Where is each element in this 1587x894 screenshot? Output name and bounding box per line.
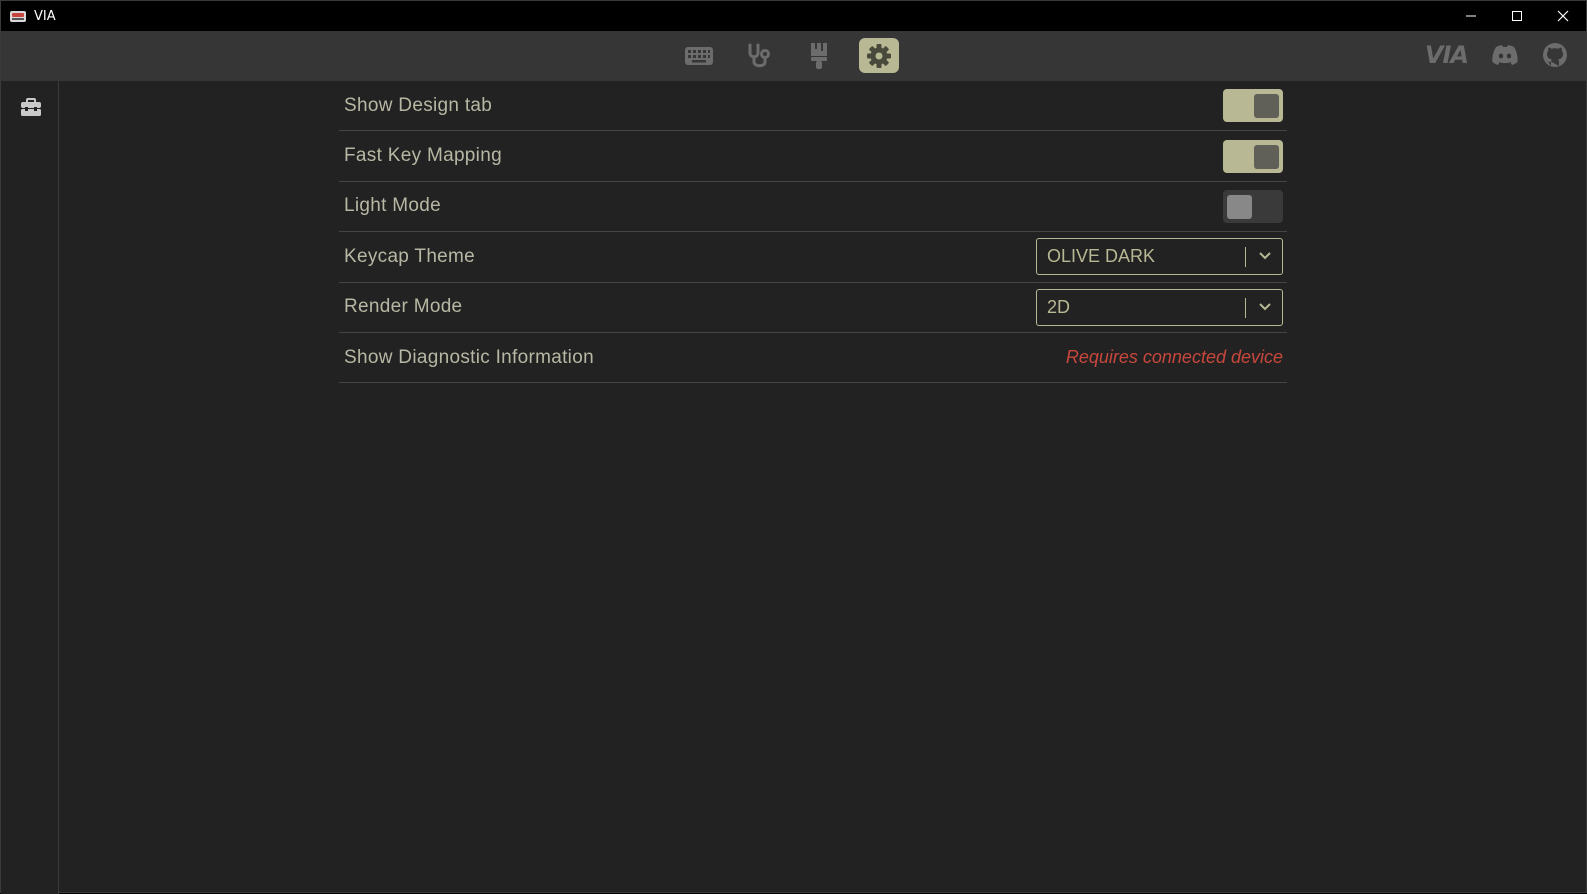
render-mode-select[interactable]: 2D — [1036, 288, 1283, 326]
select-separator — [1245, 297, 1246, 318]
nav-tabs — [679, 38, 899, 73]
paintbrush-icon — [811, 42, 827, 69]
setting-label: Light Mode — [344, 195, 442, 217]
setting-row-render-mode: Render Mode 2D — [339, 283, 1287, 333]
toolbox-icon — [21, 98, 41, 116]
sidebar-item-settings-tools[interactable] — [20, 98, 42, 118]
setting-label: Render Mode — [344, 296, 463, 318]
nav-settings-button[interactable] — [859, 38, 899, 73]
keycap-theme-select[interactable]: OLIVE DARK — [1036, 238, 1283, 276]
setting-row-fast-key-mapping: Fast Key Mapping — [339, 131, 1287, 182]
sidebar — [1, 81, 59, 894]
top-nav: VIA — [1, 31, 1586, 81]
close-button[interactable] — [1540, 1, 1586, 31]
stethoscope-icon — [748, 43, 770, 67]
minimize-button[interactable] — [1448, 1, 1494, 31]
setting-row-diagnostic: Show Diagnostic Information Requires con… — [339, 333, 1287, 384]
setting-row-light-mode: Light Mode — [339, 182, 1287, 233]
toggle-knob — [1227, 194, 1252, 219]
maximize-button[interactable] — [1494, 1, 1540, 31]
maximize-icon — [1512, 11, 1522, 21]
window-title: VIA — [34, 8, 56, 24]
toggle-knob — [1254, 94, 1279, 119]
setting-row-show-design-tab: Show Design tab — [339, 81, 1287, 132]
nav-design-button[interactable] — [799, 38, 839, 73]
title-bar: VIA — [1, 1, 1586, 31]
discord-icon[interactable] — [1490, 44, 1520, 66]
select-separator — [1245, 247, 1246, 268]
show-design-tab-toggle[interactable] — [1223, 89, 1283, 123]
setting-label: Show Diagnostic Information — [344, 346, 594, 368]
setting-label: Keycap Theme — [344, 245, 476, 267]
light-mode-toggle[interactable] — [1223, 189, 1283, 223]
keyboard-icon — [685, 46, 713, 65]
diagnostic-warning: Requires connected device — [1065, 347, 1283, 368]
github-icon[interactable] — [1542, 42, 1568, 68]
close-icon — [1557, 10, 1569, 22]
app-icon — [10, 10, 26, 22]
nav-keyboard-button[interactable] — [679, 38, 719, 73]
app-window: VIA VIA Show Design tab Fast Key Mapping… — [0, 0, 1587, 894]
nav-test-button[interactable] — [739, 38, 779, 73]
fast-key-mapping-toggle[interactable] — [1223, 139, 1283, 173]
chevron-down-icon — [1259, 303, 1271, 311]
setting-label: Show Design tab — [344, 94, 493, 116]
toggle-knob — [1254, 144, 1279, 169]
window-controls — [1448, 1, 1586, 31]
chevron-down-icon — [1259, 252, 1271, 260]
nav-links: VIA — [1425, 41, 1568, 69]
minimize-icon — [1466, 15, 1476, 17]
gear-icon — [867, 43, 891, 68]
setting-row-keycap-theme: Keycap Theme OLIVE DARK — [339, 232, 1287, 283]
settings-panel: Show Design tab Fast Key Mapping Light M… — [339, 81, 1287, 384]
setting-label: Fast Key Mapping — [344, 145, 502, 167]
via-logo[interactable]: VIA — [1425, 41, 1469, 69]
